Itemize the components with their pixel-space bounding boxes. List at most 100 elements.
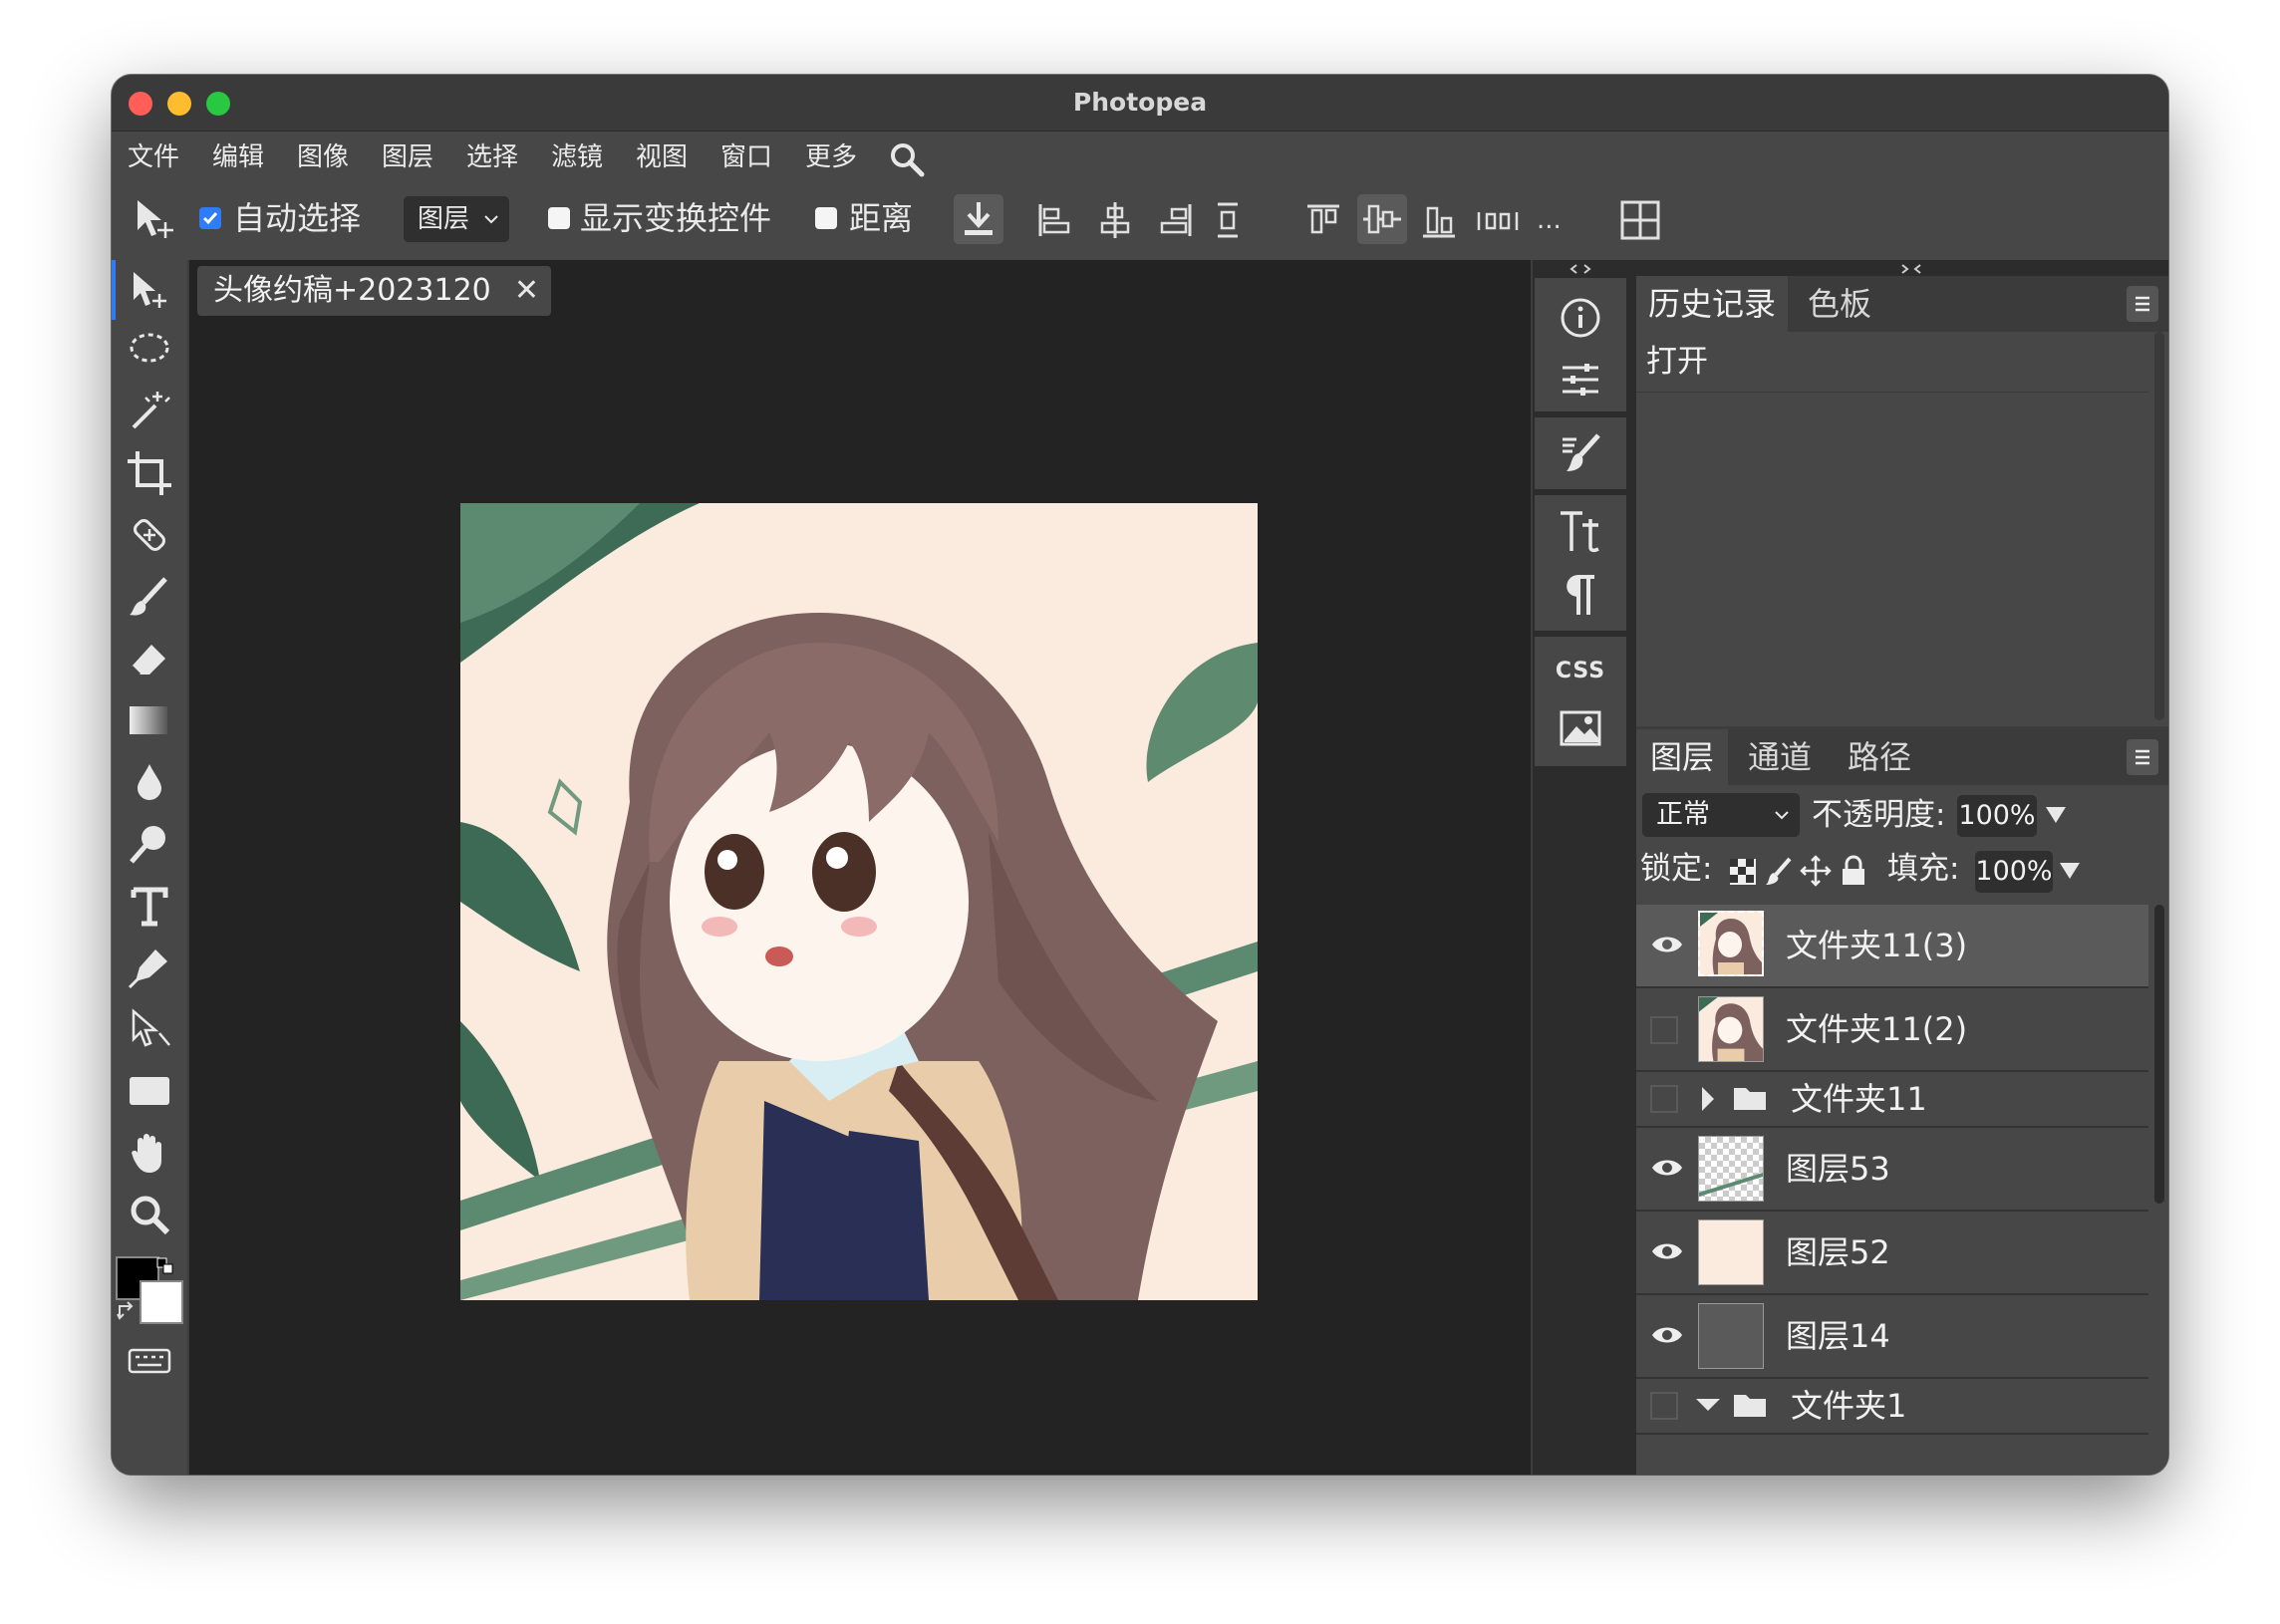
align-center-h-icon[interactable] — [1095, 200, 1135, 240]
opacity-input[interactable]: 100% — [1957, 795, 2037, 837]
more-options[interactable]: ... — [1537, 200, 1562, 240]
auto-select-checkbox[interactable] — [199, 207, 221, 229]
info-icon[interactable] — [1559, 296, 1602, 340]
default-colors-icon[interactable] — [155, 1256, 175, 1276]
download-button[interactable] — [954, 194, 1003, 244]
swap-colors-icon[interactable] — [116, 1300, 138, 1322]
collapse-triangle-icon[interactable] — [1694, 1395, 1722, 1415]
lock-label: 锁定: — [1640, 851, 1713, 887]
fill-input[interactable]: 100% — [1975, 851, 2053, 893]
layer-row[interactable]: 文件夹11(3) — [1636, 905, 2148, 988]
image-icon[interactable] — [1559, 708, 1602, 748]
path-select-icon[interactable] — [126, 1005, 173, 1053]
menu-edit[interactable]: 编辑 — [212, 132, 264, 183]
lock-pixels-icon[interactable] — [1764, 857, 1794, 887]
align-middle-v-button[interactable] — [1357, 194, 1407, 244]
menu-layer[interactable]: 图层 — [382, 132, 433, 183]
expand-triangle-icon[interactable] — [1698, 1085, 1718, 1113]
align-top-icon[interactable] — [1303, 200, 1343, 240]
menu-window[interactable]: 窗口 — [720, 132, 772, 183]
rectangle-tool-icon[interactable] — [126, 1067, 173, 1115]
lock-position-icon[interactable] — [1800, 855, 1832, 887]
move-tool-icon[interactable] — [126, 266, 173, 314]
distance-checkbox[interactable] — [815, 207, 837, 229]
search-icon[interactable] — [887, 139, 927, 179]
history-item-label: 打开 — [1646, 344, 1708, 380]
collapse-panels-icon[interactable] — [1897, 262, 1925, 276]
layers-scrollbar[interactable] — [2154, 905, 2164, 1204]
eraser-icon[interactable] — [126, 635, 173, 682]
menu-bar: 文件 编辑 图像 图层 选择 滤镜 视图 窗口 更多 — [112, 132, 2168, 183]
hand-tool-icon[interactable] — [126, 1129, 173, 1177]
mini-panel-column: CSS — [1533, 260, 1628, 1475]
align-right-icon[interactable] — [1156, 200, 1196, 240]
document-tab[interactable]: 头像约稿+2023120 ✕ — [197, 266, 551, 316]
eye-icon[interactable] — [1650, 1239, 1684, 1263]
auto-select-target-dropdown[interactable]: 图层 — [404, 196, 509, 242]
healing-brush-icon[interactable] — [126, 511, 173, 559]
crop-icon[interactable] — [126, 449, 173, 497]
grid-layout-icon[interactable] — [1618, 198, 1662, 242]
layer-row[interactable]: 图层53 — [1636, 1128, 2148, 1212]
history-scrollbar[interactable] — [2154, 332, 2164, 720]
menu-filter[interactable]: 滤镜 — [551, 132, 603, 183]
expand-panels-icon[interactable] — [1567, 262, 1594, 276]
menu-view[interactable]: 视图 — [636, 132, 688, 183]
eye-icon[interactable] — [1650, 933, 1684, 956]
menu-more[interactable]: 更多 — [805, 132, 857, 183]
background-color-swatch[interactable] — [140, 1280, 183, 1324]
layer-row[interactable]: 图层52 — [1636, 1212, 2148, 1295]
align-left-icon[interactable] — [1034, 200, 1074, 240]
layer-row[interactable]: 文件夹11(2) — [1636, 988, 2148, 1072]
hamburger-icon — [2136, 749, 2149, 765]
pen-tool-icon[interactable] — [126, 944, 173, 991]
visibility-toggle[interactable] — [1650, 1016, 1678, 1044]
css-icon[interactable]: CSS — [1535, 659, 1626, 683]
layers-menu-button[interactable] — [2127, 739, 2158, 775]
tab-history[interactable]: 历史记录 — [1636, 276, 1789, 332]
marquee-ellipse-icon[interactable] — [126, 326, 173, 374]
type-tool-icon[interactable] — [126, 882, 173, 930]
history-menu-button[interactable] — [2127, 286, 2158, 322]
tab-channels[interactable]: 通道 — [1748, 729, 1812, 785]
menu-image[interactable]: 图像 — [297, 132, 349, 183]
move-tool-icon[interactable] — [132, 196, 177, 242]
align-bottom-icon[interactable] — [1419, 200, 1459, 240]
gradient-icon[interactable] — [126, 696, 173, 744]
eye-icon[interactable] — [1650, 1323, 1684, 1347]
tab-paths[interactable]: 路径 — [1848, 729, 1911, 785]
visibility-toggle[interactable] — [1650, 1392, 1678, 1420]
layer-folder-row[interactable]: 文件夹1 — [1636, 1379, 2148, 1435]
brush-icon[interactable] — [126, 573, 173, 621]
close-document-icon[interactable]: ✕ — [514, 266, 539, 316]
dodge-icon[interactable] — [126, 820, 173, 868]
distribute-horizontal-icon[interactable] — [1475, 206, 1521, 236]
opacity-dropdown-icon[interactable] — [2043, 803, 2069, 827]
zoom-tool-icon[interactable] — [126, 1191, 173, 1238]
document-canvas[interactable] — [460, 503, 1258, 1300]
fill-dropdown-icon[interactable] — [2057, 859, 2083, 883]
history-item[interactable]: 打开 — [1636, 332, 2148, 393]
visibility-toggle[interactable] — [1650, 1085, 1678, 1113]
blur-drop-icon[interactable] — [126, 758, 173, 806]
blend-mode-dropdown[interactable]: 正常 — [1642, 793, 1800, 837]
magic-wand-icon[interactable] — [126, 388, 173, 435]
tab-layers[interactable]: 图层 — [1636, 729, 1729, 785]
keyboard-icon[interactable] — [126, 1336, 173, 1384]
layers-panel: 图层 通道 路径 正常 不透明度: 100% 锁定: 填充: 100% 文件夹1… — [1636, 729, 2168, 1475]
adjustments-icon[interactable] — [1559, 358, 1602, 402]
folder-icon — [1734, 1395, 1766, 1417]
eye-icon[interactable] — [1650, 1156, 1684, 1180]
tab-swatches[interactable]: 色板 — [1808, 276, 1871, 332]
layer-row[interactable]: 图层14 — [1636, 1295, 2148, 1379]
show-transform-checkbox[interactable] — [548, 207, 570, 229]
paragraph-icon[interactable] — [1559, 571, 1602, 619]
layer-folder-row[interactable]: 文件夹11 — [1636, 1072, 2148, 1128]
lock-transparency-icon[interactable] — [1728, 857, 1758, 887]
menu-select[interactable]: 选择 — [466, 132, 518, 183]
brush-settings-icon[interactable] — [1559, 431, 1602, 475]
menu-file[interactable]: 文件 — [128, 132, 179, 183]
character-icon[interactable] — [1557, 507, 1606, 557]
lock-all-icon[interactable] — [1840, 855, 1867, 887]
distribute-vertical-icon[interactable] — [1213, 200, 1243, 240]
